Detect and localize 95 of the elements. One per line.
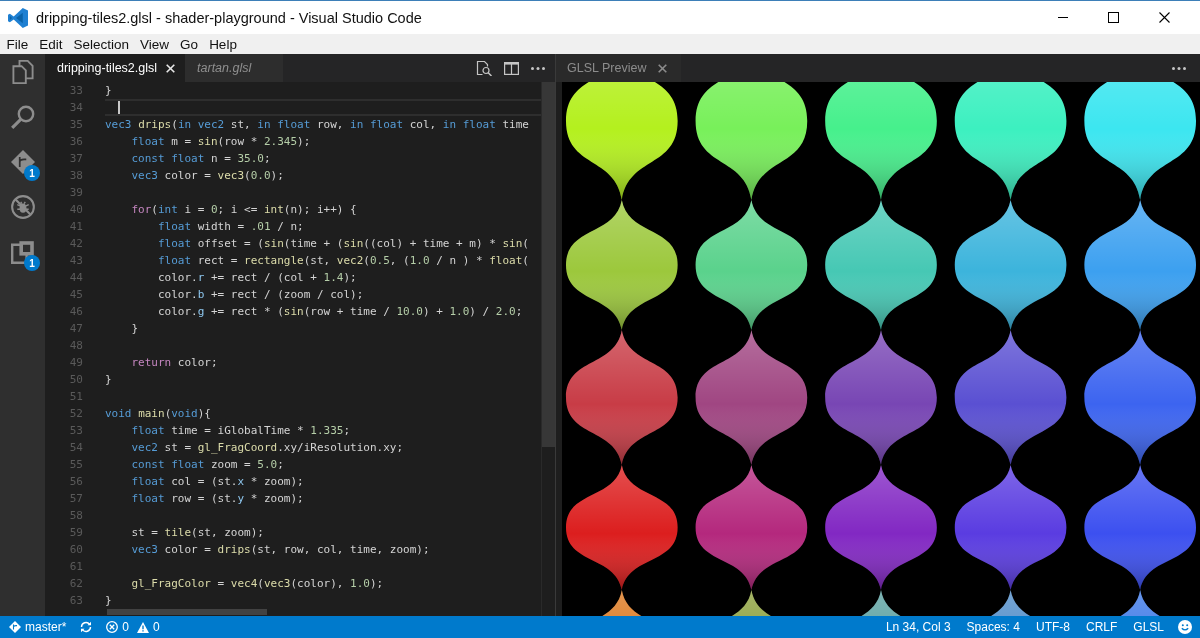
line-number: 39 (68, 185, 83, 201)
line-number: 47 (68, 321, 83, 337)
code-line: const float zoom = 5.0; (130, 457, 285, 473)
code-line: const float n = 35.0; (130, 151, 272, 167)
branch-name[interactable]: master* (25, 620, 67, 634)
line-number: 54 (68, 440, 83, 456)
bug-icon[interactable] (10, 195, 35, 219)
line-number: 57 (68, 491, 83, 507)
line-number: 61 (68, 559, 83, 575)
code-line: float row = (st.y * zoom); (130, 491, 305, 507)
line-number: 41 (68, 219, 83, 235)
more-icon[interactable] (1172, 66, 1186, 70)
line-number: 62 (68, 576, 83, 592)
code-line: color.g += rect * (sin(row + time / 10.0) + 1.0) / 2.0; (156, 304, 524, 320)
code-line: } (105, 83, 113, 99)
line-number: 55 (68, 457, 83, 473)
app-logo-icon (8, 7, 28, 28)
line-number: 50 (68, 372, 83, 388)
branch-icon[interactable] (9, 621, 21, 633)
line-number: 58 (68, 508, 83, 524)
line-number: 48 (68, 338, 83, 354)
code-line: } (105, 372, 113, 388)
sync-icon[interactable] (80, 621, 93, 633)
code-line: float col = (st.x * zoom); (130, 474, 305, 490)
window-title: dripping-tiles2.glsl - shader-playground - Visual Studio Code (36, 9, 422, 26)
code-line: vec3 color = vec3(0.0); (130, 168, 285, 184)
status-item[interactable]: Spaces: 4 (966, 620, 1020, 634)
line-number: 34 (68, 100, 83, 116)
line-number: 52 (68, 406, 83, 422)
code-line: color.b += rect / (zoom / col); (156, 287, 365, 303)
close-icon[interactable] (1159, 12, 1170, 23)
warning-count[interactable]: 0 (153, 620, 160, 634)
menu-item[interactable]: Edit (33, 36, 69, 52)
menu-item[interactable]: Selection (68, 36, 135, 52)
warning-icon[interactable] (137, 621, 150, 633)
scrollbar-thumb[interactable] (542, 82, 555, 447)
code-line: float offset = (sin(time + (sin((col) + time + m) * sin( (156, 236, 530, 252)
line-number: 36 (68, 134, 83, 150)
error-count[interactable]: 0 (122, 620, 130, 634)
maximize-icon[interactable] (1108, 12, 1119, 23)
line-number: 35 (68, 117, 83, 133)
scrollbar-thumb[interactable] (107, 609, 267, 615)
line-number: 40 (68, 202, 83, 218)
code-line: return color; (130, 355, 219, 371)
code-line: vec2 st = gl_FragCoord.xy/iResolution.xy; (130, 440, 405, 456)
smiley-icon[interactable] (1178, 620, 1192, 634)
code-line: float time = iGlobalTime * 1.335; (130, 423, 352, 439)
code-line: for(int i = 0; i <= int(n); i++) { (130, 202, 358, 218)
status-item[interactable]: CRLF (1085, 620, 1118, 634)
line-number: 37 (68, 151, 83, 167)
code-line: gl_FragColor = vec4(vec3(color), 1.0); (130, 576, 385, 592)
code-line: } (130, 321, 140, 337)
code-line: vec3 drips(in vec2 st, in float row, in float col, in float time (105, 117, 530, 133)
line-number: 45 (68, 287, 83, 303)
split-editor-icon[interactable] (504, 61, 519, 75)
line-number: 38 (68, 168, 83, 184)
status-item[interactable]: UTF-8 (1035, 620, 1070, 634)
code-line: st = tile(st, zoom); (130, 525, 265, 541)
line-number: 33 (68, 83, 83, 99)
menu-item[interactable]: File (1, 36, 34, 52)
line-number: 56 (68, 474, 83, 490)
status-item[interactable]: Ln 34, Col 3 (885, 620, 951, 634)
menu-item[interactable]: View (134, 36, 175, 52)
code-line: } (105, 593, 113, 609)
line-number: 43 (68, 253, 83, 269)
line-number: 59 (68, 525, 83, 541)
files-icon[interactable] (10, 60, 35, 84)
preview-tab[interactable]: GLSL Preview (556, 54, 682, 82)
line-number: 51 (68, 389, 83, 405)
more-icon[interactable] (531, 66, 545, 70)
code-line: vec3 color = drips(st, row, col, time, zoom); (130, 542, 431, 558)
code-line: float m = sin(row * 2.345); (130, 134, 312, 150)
error-icon[interactable] (106, 621, 119, 633)
code-line: float width = .01 / n; (156, 219, 305, 235)
notification-badge: 1 (24, 255, 40, 271)
editor-tab[interactable]: dripping-tiles2.glsl (45, 54, 186, 82)
menu-item[interactable]: Go (174, 36, 204, 52)
line-number: 44 (68, 270, 83, 286)
status-item[interactable]: GLSL (1133, 620, 1164, 634)
code-line: float rect = rectangle(st, vec2(0.5, (1.0 / n ) * float( (156, 253, 530, 269)
document-search-icon[interactable] (476, 60, 492, 76)
code-line: color.r += rect / (col + 1.4); (156, 270, 358, 286)
menu-item[interactable]: Help (203, 36, 243, 52)
line-number: 53 (68, 423, 83, 439)
editor-tab[interactable]: tartan.glsl (185, 54, 284, 82)
line-number: 60 (68, 542, 83, 558)
line-number: 63 (68, 593, 83, 609)
line-number: 46 (68, 304, 83, 320)
text-cursor (118, 101, 121, 114)
minimize-icon[interactable] (1057, 17, 1068, 18)
search-icon[interactable] (10, 105, 35, 129)
notification-badge: 1 (24, 165, 40, 181)
line-number: 49 (68, 355, 83, 371)
line-number: 42 (68, 236, 83, 252)
code-line: void main(void){ (105, 406, 212, 422)
